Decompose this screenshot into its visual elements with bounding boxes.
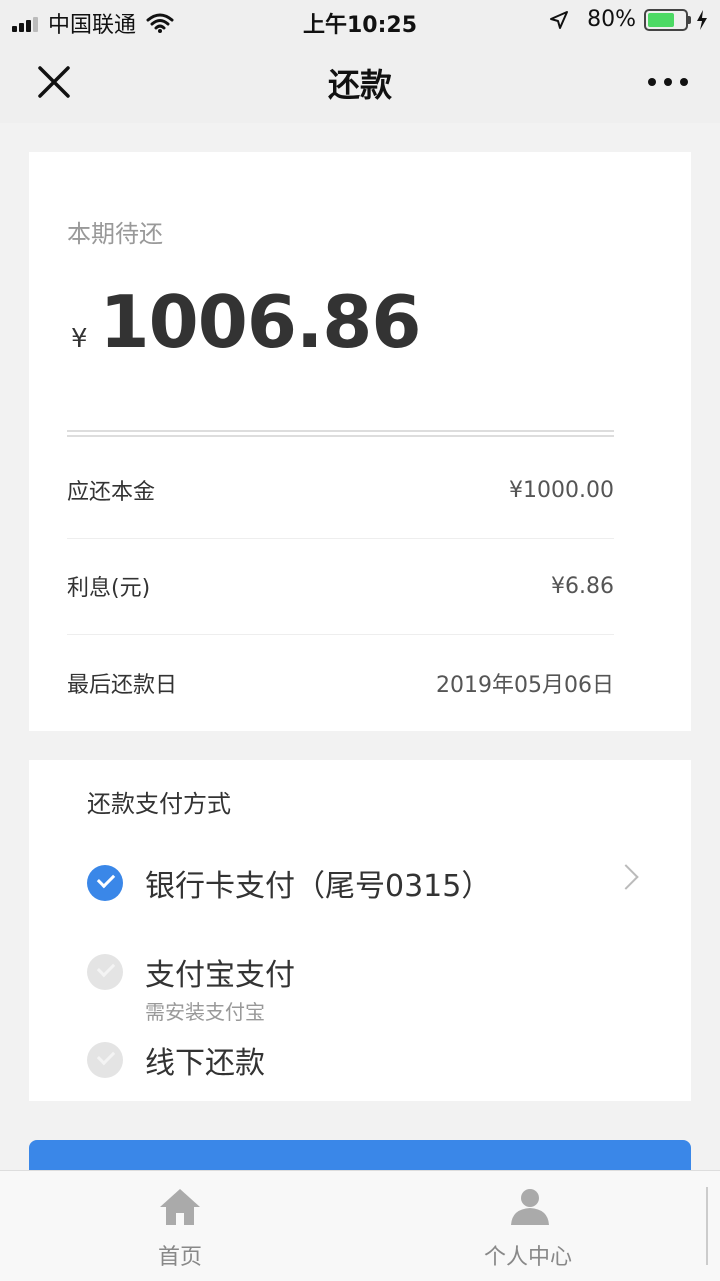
divider	[706, 1187, 708, 1265]
due-date-label: 最后还款日	[67, 673, 178, 698]
tab-profile[interactable]: 个人中心	[348, 1171, 708, 1281]
due-date-row: 最后还款日 2019年05月06日	[67, 635, 614, 731]
chevron-right-icon[interactable]	[613, 864, 639, 890]
payment-method-title: 还款支付方式	[87, 790, 231, 818]
repayment-summary-card: 本期待还 ¥ 1006.86 应还本金 ¥1000.00 利息(元) ¥6.86…	[29, 152, 691, 731]
battery-level-fill	[648, 12, 674, 27]
check-unselected-icon[interactable]	[87, 1042, 123, 1078]
alipay-subtext: 需安装支付宝	[145, 1000, 265, 1024]
due-date-value: 2019年05月06日	[436, 673, 614, 698]
page-title: 还款	[327, 66, 392, 104]
principal-value: ¥1000.00	[509, 477, 614, 503]
tab-home[interactable]: 首页	[0, 1171, 360, 1281]
payment-option-bank-card[interactable]: 银行卡支付（尾号0315）	[87, 861, 491, 905]
nav-bar: 还款	[0, 40, 720, 123]
payment-option-label: 线下还款	[145, 1046, 265, 1081]
battery-icon	[644, 8, 691, 31]
payment-method-card: 还款支付方式 银行卡支付（尾号0315） 支付宝支付 需安装支付宝 线下还款	[29, 760, 691, 1101]
battery-percent: 80%	[587, 7, 636, 32]
principal-label: 应还本金	[67, 480, 156, 505]
more-options-icon[interactable]	[640, 78, 688, 86]
payment-option-alipay[interactable]: 支付宝支付	[87, 950, 295, 994]
currency-symbol: ¥	[71, 324, 88, 354]
due-amount: ¥ 1006.86	[71, 280, 422, 364]
check-unselected-icon[interactable]	[87, 954, 123, 990]
charging-bolt-icon	[697, 9, 707, 30]
tab-profile-label: 个人中心	[483, 1245, 572, 1270]
divider	[67, 430, 614, 437]
check-selected-icon[interactable]	[87, 865, 123, 901]
home-icon	[160, 1189, 200, 1225]
amount-value: 1006.86	[99, 280, 422, 364]
interest-label: 利息(元)	[67, 576, 151, 601]
location-arrow-icon	[550, 10, 569, 29]
tab-home-label: 首页	[157, 1245, 202, 1270]
principal-row: 应还本金 ¥1000.00	[67, 442, 614, 539]
payment-option-label: 银行卡支付（尾号0315）	[145, 869, 492, 904]
interest-row: 利息(元) ¥6.86	[67, 538, 614, 635]
payment-option-offline[interactable]: 线下还款	[87, 1038, 265, 1082]
user-icon	[511, 1189, 549, 1225]
interest-value: ¥6.86	[551, 573, 614, 599]
tab-bar: 首页 个人中心	[0, 1170, 720, 1281]
due-label: 本期待还	[67, 220, 163, 248]
status-bar: 中国联通 上午10:25 80%	[0, 0, 720, 40]
payment-option-label: 支付宝支付	[145, 958, 295, 993]
